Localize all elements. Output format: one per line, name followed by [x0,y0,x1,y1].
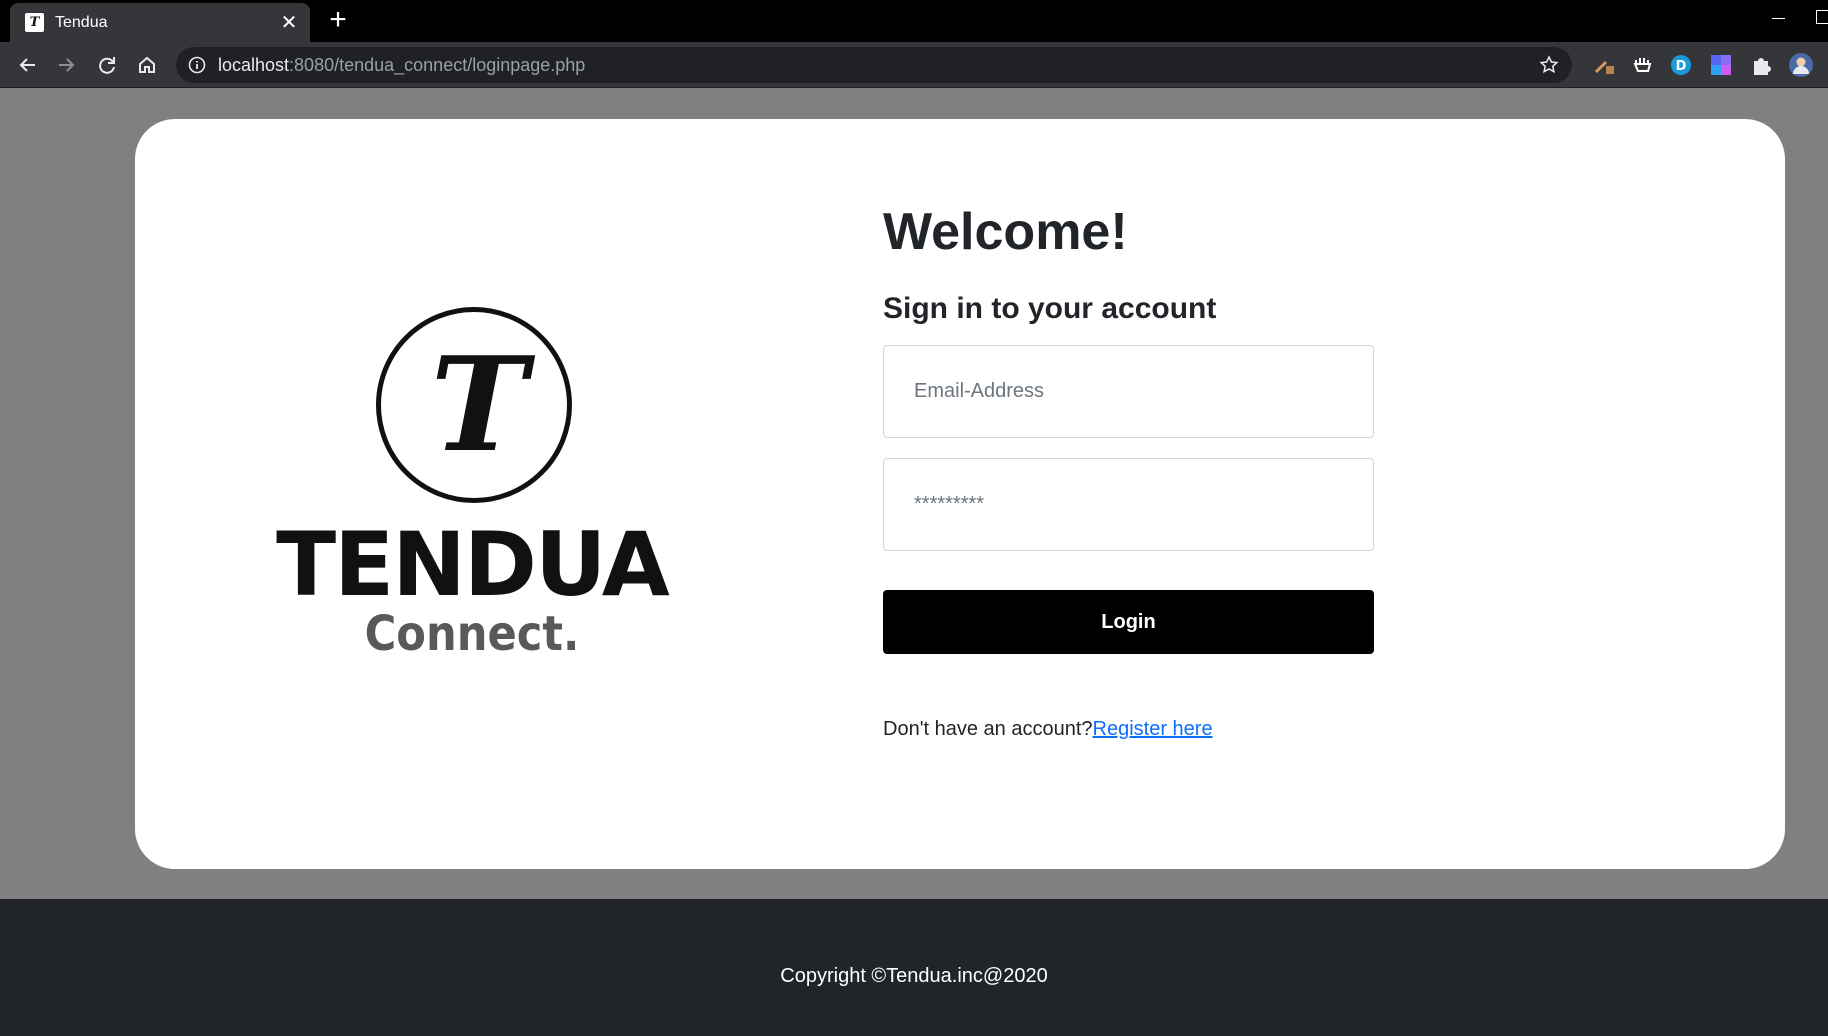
grid-extension-icon[interactable] [1708,52,1734,78]
logo-t-mark: T [430,328,528,481]
close-tab-icon[interactable]: ✕ [278,12,300,34]
copyright-text: Copyright ©Tendua.inc@2020 [780,965,1048,987]
browser-tab[interactable]: T Tendua ✕ [10,3,310,42]
email-field[interactable] [883,345,1374,438]
tendua-favicon-icon: T [25,13,44,32]
bookmark-star-icon[interactable] [1538,54,1560,76]
new-tab-button[interactable]: + [324,5,352,35]
d-extension-icon[interactable]: D [1668,52,1694,78]
back-arrow-icon [19,58,35,72]
tab-strip: T Tendua ✕ + [0,0,1828,42]
reload-button[interactable] [92,50,122,80]
logo-subtitle: Connect. [364,606,580,662]
sign-in-subheading: Sign in to your account [883,292,1217,325]
svg-text:D: D [1676,59,1687,74]
address-bar[interactable]: localhost:8080/tendua_connect/loginpage.… [176,47,1572,83]
forward-arrow-icon [59,58,75,72]
eyedropper-extension-icon[interactable] [1592,52,1618,78]
browser-toolbar: localhost:8080/tendua_connect/loginpage.… [0,42,1828,88]
page-footer: Copyright ©Tendua.inc@2020 [0,899,1828,1036]
tab-title: Tendua [55,14,108,31]
extensions-puzzle-icon[interactable] [1748,52,1774,78]
home-button[interactable] [132,50,162,80]
register-prompt: Don't have an account?Register here [883,717,1213,741]
url-text: localhost:8080/tendua_connect/loginpage.… [218,55,586,75]
forward-button[interactable] [52,50,82,80]
back-button[interactable] [12,50,42,80]
minimize-window-button[interactable] [1768,8,1788,28]
password-field[interactable] [883,458,1374,551]
register-prompt-text: Don't have an account? [883,718,1093,740]
profile-avatar-icon[interactable] [1788,52,1814,78]
login-button[interactable]: Login [883,590,1374,654]
reload-icon [99,57,115,74]
register-link[interactable]: Register here [1093,718,1213,740]
home-icon [139,56,155,73]
logo-wordmark: TENDUA [276,513,670,616]
hand-extension-icon[interactable] [1630,52,1656,78]
tendua-logo: T TENDUA Connect. [252,300,692,670]
maximize-window-button[interactable] [1816,10,1828,24]
welcome-heading: Welcome! [883,203,1128,261]
logo-circle: T [376,307,572,503]
site-info-icon[interactable] [188,56,206,74]
